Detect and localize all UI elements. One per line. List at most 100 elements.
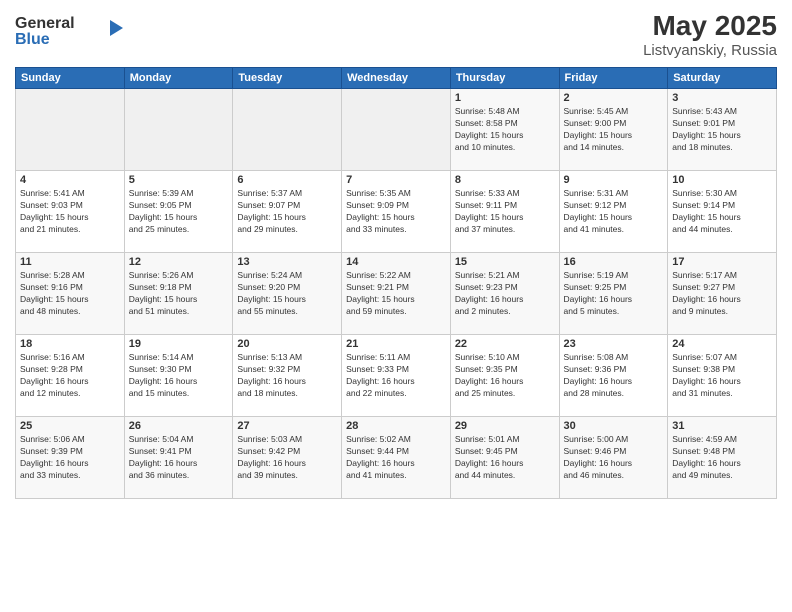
calendar-cell-0-2: [233, 89, 342, 171]
month-year: May 2025: [643, 10, 777, 42]
calendar-cell-2-0: 11Sunrise: 5:28 AM Sunset: 9:16 PM Dayli…: [16, 253, 125, 335]
calendar-cell-3-4: 22 Sunrise: 5:10 AM Sunset: 9:35 PM Dayli…: [450, 335, 559, 417]
calendar-cell-1-2: 6Sunrise: 5:37 AM Sunset: 9:07 PM Daylig…: [233, 171, 342, 253]
day-info: Sunrise: 5:30 AM Sunset: 9:14 PM Dayligh…: [672, 188, 772, 236]
calendar-cell-2-1: 12 Sunrise: 5:26 AM Sunset: 9:18 PM Dayli…: [124, 253, 233, 335]
day-number: 22: [455, 338, 555, 350]
calendar-cell-4-5: 30Sunrise: 5:00 AM Sunset: 9:46 PM Dayli…: [559, 417, 668, 499]
col-wednesday: Wednesday: [342, 68, 451, 89]
day-info: Sunrise: 5:48 AM Sunset: 8:58 PM Dayligh…: [455, 106, 555, 154]
day-info: Sunrise: 5:04 AM Sunset: 9:41 PM Dayligh…: [129, 434, 229, 482]
day-info: Sunrise: 5:33 AM Sunset: 9:11 PM Dayligh…: [455, 188, 555, 236]
day-number: 4: [20, 174, 120, 186]
col-saturday: Saturday: [668, 68, 777, 89]
week-row-3: 18 Sunrise: 5:16 AM Sunset: 9:28 PM Dayli…: [16, 335, 777, 417]
day-info: Sunrise: 5:10 AM Sunset: 9:35 PM Dayligh…: [455, 352, 555, 400]
day-number: 29: [455, 420, 555, 432]
day-number: 10: [672, 174, 772, 186]
calendar-cell-0-1: [124, 89, 233, 171]
calendar-cell-0-6: 3Sunrise: 5:43 AM Sunset: 9:01 PM Daylig…: [668, 89, 777, 171]
calendar-cell-2-2: 13 Sunrise: 5:24 AM Sunset: 9:20 PM Dayli…: [233, 253, 342, 335]
day-info: Sunrise: 5:41 AM Sunset: 9:03 PM Dayligh…: [20, 188, 120, 236]
day-number: 2: [564, 92, 664, 104]
day-info: Sunrise: 5:16 AM Sunset: 9:28 PM Dayligh…: [20, 352, 120, 400]
logo: General Blue: [15, 10, 125, 55]
calendar-cell-4-3: 28 Sunrise: 5:02 AM Sunset: 9:44 PM Dayli…: [342, 417, 451, 499]
calendar-cell-4-6: 31 Sunrise: 4:59 AM Sunset: 9:48 PM Dayli…: [668, 417, 777, 499]
calendar-cell-1-4: 8 Sunrise: 5:33 AM Sunset: 9:11 PM Daylig…: [450, 171, 559, 253]
day-number: 18: [20, 338, 120, 350]
day-number: 17: [672, 256, 772, 268]
day-info: Sunrise: 5:01 AM Sunset: 9:45 PM Dayligh…: [455, 434, 555, 482]
day-number: 21: [346, 338, 446, 350]
calendar-cell-2-6: 17Sunrise: 5:17 AM Sunset: 9:27 PM Dayli…: [668, 253, 777, 335]
day-number: 12: [129, 256, 229, 268]
logo-svg: General Blue: [15, 10, 125, 50]
svg-text:General: General: [15, 15, 75, 32]
day-number: 6: [237, 174, 337, 186]
calendar-cell-0-4: 1 Sunrise: 5:48 AM Sunset: 8:58 PM Daylig…: [450, 89, 559, 171]
week-row-0: 1 Sunrise: 5:48 AM Sunset: 8:58 PM Daylig…: [16, 89, 777, 171]
day-number: 13: [237, 256, 337, 268]
calendar-cell-4-0: 25 Sunrise: 5:06 AM Sunset: 9:39 PM Dayli…: [16, 417, 125, 499]
header: General Blue May 2025 Listvyanskiy, Russ…: [15, 10, 777, 59]
day-info: Sunrise: 5:39 AM Sunset: 9:05 PM Dayligh…: [129, 188, 229, 236]
day-number: 19: [129, 338, 229, 350]
week-row-4: 25 Sunrise: 5:06 AM Sunset: 9:39 PM Dayli…: [16, 417, 777, 499]
calendar-cell-4-1: 26 Sunrise: 5:04 AM Sunset: 9:41 PM Dayli…: [124, 417, 233, 499]
calendar-cell-2-4: 15 Sunrise: 5:21 AM Sunset: 9:23 PM Dayli…: [450, 253, 559, 335]
col-friday: Friday: [559, 68, 668, 89]
calendar-cell-3-0: 18 Sunrise: 5:16 AM Sunset: 9:28 PM Dayli…: [16, 335, 125, 417]
col-thursday: Thursday: [450, 68, 559, 89]
day-number: 5: [129, 174, 229, 186]
day-number: 14: [346, 256, 446, 268]
day-number: 27: [237, 420, 337, 432]
day-number: 30: [564, 420, 664, 432]
day-number: 26: [129, 420, 229, 432]
calendar-cell-3-1: 19 Sunrise: 5:14 AM Sunset: 9:30 PM Dayli…: [124, 335, 233, 417]
calendar-cell-3-5: 23 Sunrise: 5:08 AM Sunset: 9:36 PM Dayli…: [559, 335, 668, 417]
day-info: Sunrise: 5:07 AM Sunset: 9:38 PM Dayligh…: [672, 352, 772, 400]
calendar-header-row: Sunday Monday Tuesday Wednesday Thursday…: [16, 68, 777, 89]
svg-text:Blue: Blue: [15, 31, 50, 48]
calendar-cell-3-6: 24 Sunrise: 5:07 AM Sunset: 9:38 PM Dayli…: [668, 335, 777, 417]
day-number: 11: [20, 256, 120, 268]
day-number: 31: [672, 420, 772, 432]
day-info: Sunrise: 5:24 AM Sunset: 9:20 PM Dayligh…: [237, 270, 337, 318]
day-number: 8: [455, 174, 555, 186]
day-number: 9: [564, 174, 664, 186]
location: Listvyanskiy, Russia: [643, 42, 777, 59]
calendar-cell-0-0: [16, 89, 125, 171]
logo-text: General Blue: [15, 10, 125, 55]
col-monday: Monday: [124, 68, 233, 89]
day-info: Sunrise: 5:31 AM Sunset: 9:12 PM Dayligh…: [564, 188, 664, 236]
day-info: Sunrise: 5:22 AM Sunset: 9:21 PM Dayligh…: [346, 270, 446, 318]
calendar-cell-4-2: 27 Sunrise: 5:03 AM Sunset: 9:42 PM Dayli…: [233, 417, 342, 499]
day-number: 24: [672, 338, 772, 350]
day-info: Sunrise: 5:02 AM Sunset: 9:44 PM Dayligh…: [346, 434, 446, 482]
day-info: Sunrise: 5:03 AM Sunset: 9:42 PM Dayligh…: [237, 434, 337, 482]
day-info: Sunrise: 5:13 AM Sunset: 9:32 PM Dayligh…: [237, 352, 337, 400]
day-number: 3: [672, 92, 772, 104]
day-number: 20: [237, 338, 337, 350]
day-number: 1: [455, 92, 555, 104]
title-block: May 2025 Listvyanskiy, Russia: [643, 10, 777, 59]
day-info: Sunrise: 5:19 AM Sunset: 9:25 PM Dayligh…: [564, 270, 664, 318]
calendar-cell-3-2: 20 Sunrise: 5:13 AM Sunset: 9:32 PM Dayli…: [233, 335, 342, 417]
day-info: Sunrise: 5:11 AM Sunset: 9:33 PM Dayligh…: [346, 352, 446, 400]
day-info: Sunrise: 4:59 AM Sunset: 9:48 PM Dayligh…: [672, 434, 772, 482]
day-number: 23: [564, 338, 664, 350]
day-number: 25: [20, 420, 120, 432]
day-info: Sunrise: 5:06 AM Sunset: 9:39 PM Dayligh…: [20, 434, 120, 482]
calendar-cell-1-3: 7Sunrise: 5:35 AM Sunset: 9:09 PM Daylig…: [342, 171, 451, 253]
day-info: Sunrise: 5:14 AM Sunset: 9:30 PM Dayligh…: [129, 352, 229, 400]
day-number: 15: [455, 256, 555, 268]
day-number: 28: [346, 420, 446, 432]
day-number: 16: [564, 256, 664, 268]
calendar-cell-2-3: 14 Sunrise: 5:22 AM Sunset: 9:21 PM Dayli…: [342, 253, 451, 335]
calendar-cell-2-5: 16 Sunrise: 5:19 AM Sunset: 9:25 PM Dayli…: [559, 253, 668, 335]
day-info: Sunrise: 5:08 AM Sunset: 9:36 PM Dayligh…: [564, 352, 664, 400]
week-row-2: 11Sunrise: 5:28 AM Sunset: 9:16 PM Dayli…: [16, 253, 777, 335]
day-info: Sunrise: 5:21 AM Sunset: 9:23 PM Dayligh…: [455, 270, 555, 318]
day-info: Sunrise: 5:26 AM Sunset: 9:18 PM Dayligh…: [129, 270, 229, 318]
